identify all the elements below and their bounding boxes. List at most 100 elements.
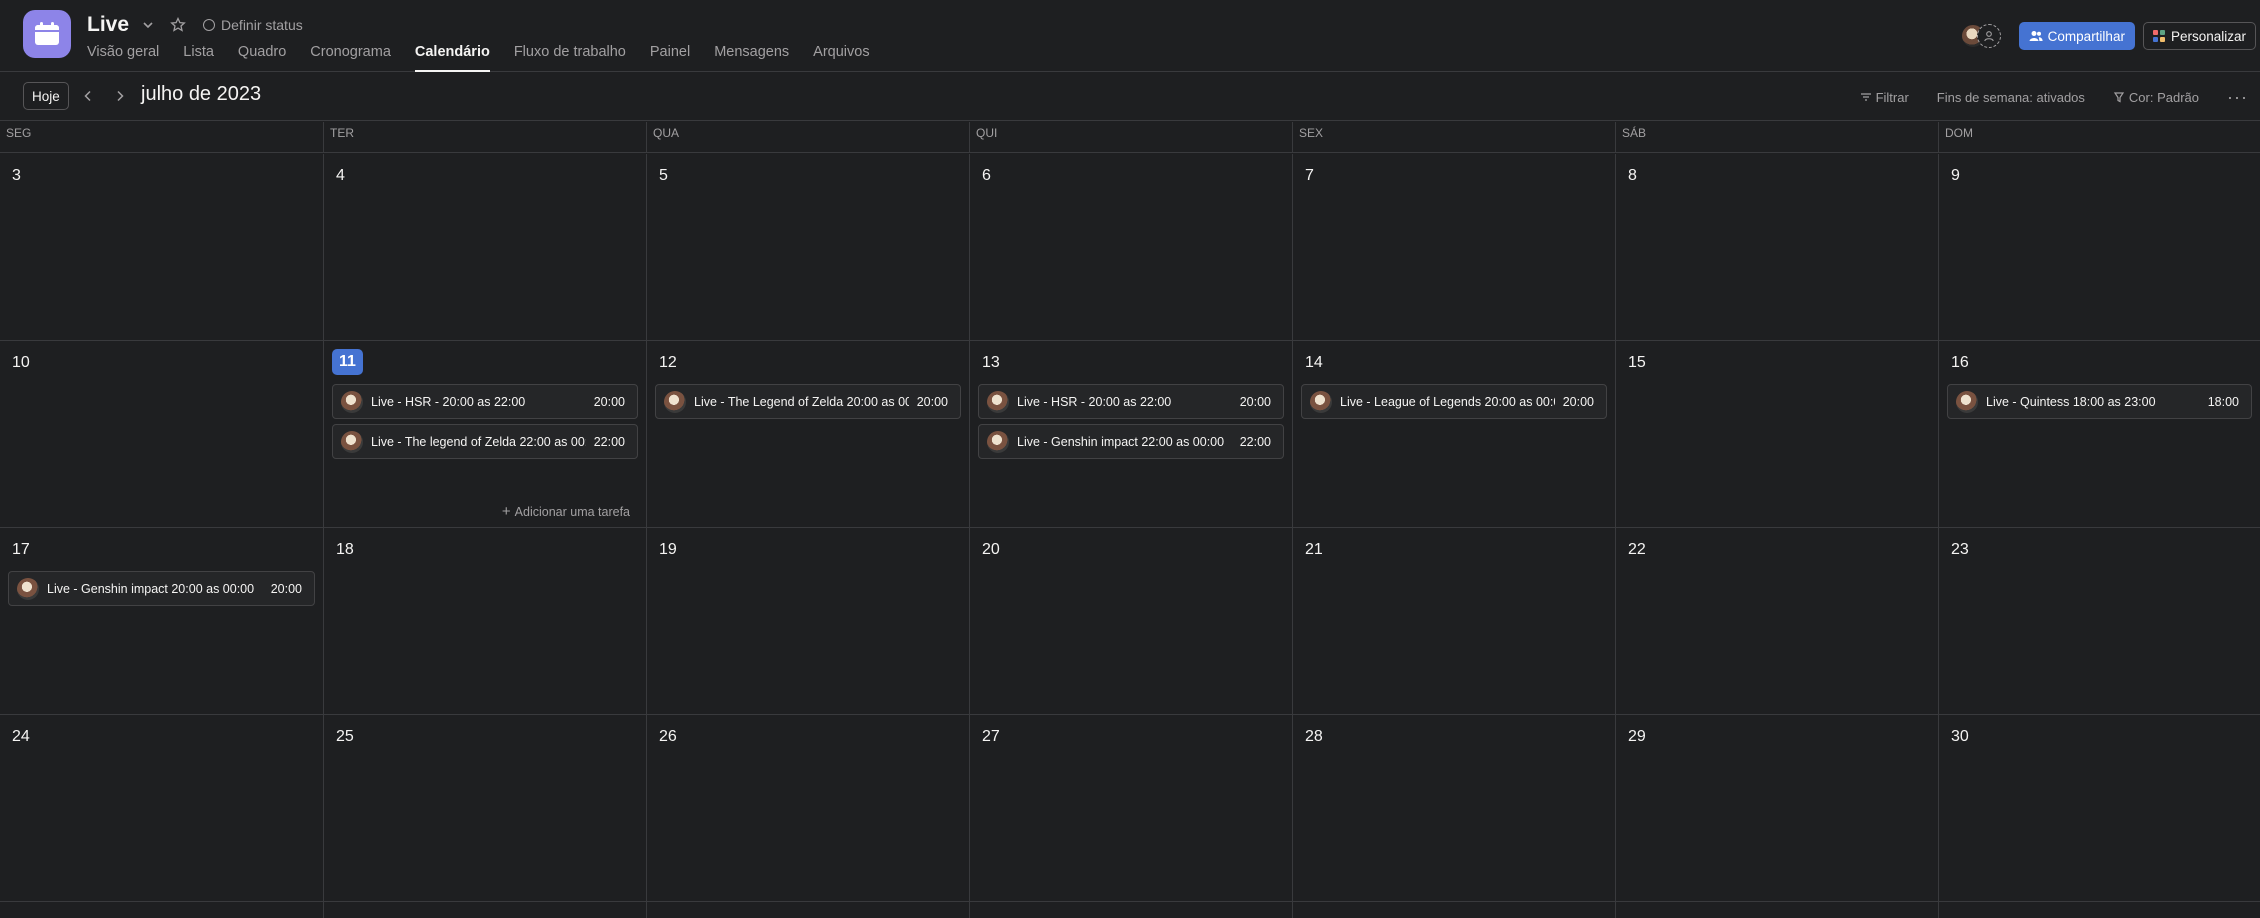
day-number: 5 bbox=[659, 167, 668, 184]
calendar-day-cell[interactable]: 3 bbox=[0, 154, 323, 340]
calendar-task-card[interactable]: Live - League of Legends 20:00 as 00:00 2… bbox=[1301, 384, 1607, 419]
calendar-day-cell[interactable]: 21 bbox=[1292, 528, 1615, 714]
tab-messages[interactable]: Mensagens bbox=[714, 44, 789, 72]
day-number: 30 bbox=[1951, 728, 1969, 745]
project-header: Live Definir status Visão geral Lista Qu… bbox=[0, 0, 2260, 72]
add-task-button[interactable]: + Adicionar uma tarefa bbox=[502, 503, 630, 520]
assignee-avatar bbox=[1310, 390, 1332, 413]
calendar-icon[interactable] bbox=[23, 10, 71, 58]
customize-button[interactable]: Personalizar bbox=[2142, 22, 2256, 50]
share-label: Compartilhar bbox=[2047, 28, 2125, 44]
day-number: 18 bbox=[336, 541, 354, 558]
calendar-day-cell[interactable]: 23 bbox=[1938, 528, 2260, 714]
calendar-day-cell[interactable]: 12 Live - The Legend of Zelda 20:00 as 00… bbox=[646, 341, 969, 527]
members-avatars[interactable] bbox=[1960, 23, 2009, 49]
weekday-label: SEX bbox=[1292, 122, 1615, 144]
calendar-day-cell[interactable]: 29 bbox=[1615, 715, 1938, 901]
day-number: 29 bbox=[1628, 728, 1646, 745]
day-number: 3 bbox=[12, 167, 21, 184]
calendar-day-cell[interactable]: 30 bbox=[1938, 715, 2260, 901]
calendar-day-cell[interactable]: 9 bbox=[1938, 154, 2260, 340]
color-button[interactable]: Cor: Padrão bbox=[2113, 90, 2199, 105]
chevron-down-icon[interactable] bbox=[137, 14, 159, 36]
column-divider bbox=[1292, 901, 1293, 918]
column-divider bbox=[1938, 901, 1939, 918]
day-number: 14 bbox=[1305, 354, 1323, 371]
calendar-day-cell[interactable]: 15 bbox=[1615, 341, 1938, 527]
task-name: Live - The Legend of Zelda 20:00 as 00:0… bbox=[694, 394, 909, 409]
calendar-day-cell[interactable]: 20 bbox=[969, 528, 1292, 714]
column-divider bbox=[323, 144, 324, 152]
assignee-avatar bbox=[1956, 390, 1978, 413]
add-member-icon[interactable] bbox=[1976, 24, 2001, 48]
day-number: 25 bbox=[336, 728, 354, 745]
filter-icon bbox=[1860, 93, 1871, 101]
calendar-task-card[interactable]: Live - Genshin impact 20:00 as 00:00 20:0… bbox=[8, 571, 315, 606]
day-number: 4 bbox=[336, 167, 345, 184]
tab-dashboard[interactable]: Painel bbox=[650, 44, 690, 72]
calendar-day-cell[interactable]: 24 bbox=[0, 715, 323, 901]
set-status-button[interactable]: Definir status bbox=[203, 17, 303, 33]
calendar-day-cell[interactable]: 28 bbox=[1292, 715, 1615, 901]
tab-files[interactable]: Arquivos bbox=[813, 44, 869, 72]
assignee-avatar bbox=[17, 577, 39, 600]
filter-label: Filtrar bbox=[1875, 89, 1909, 105]
day-number: 27 bbox=[982, 728, 1000, 745]
calendar-day-cell[interactable]: 19 bbox=[646, 528, 969, 714]
calendar-day-cell[interactable]: 5 bbox=[646, 154, 969, 340]
calendar-task-card[interactable]: Live - The legend of Zelda 22:00 as 00:0… bbox=[332, 424, 638, 459]
day-number: 19 bbox=[659, 541, 677, 558]
column-divider bbox=[646, 901, 647, 918]
tab-overview[interactable]: Visão geral bbox=[87, 44, 159, 72]
calendar-day-cell[interactable]: 8 bbox=[1615, 154, 1938, 340]
project-title: Live bbox=[87, 13, 130, 36]
column-divider bbox=[1615, 901, 1616, 918]
calendar-task-card[interactable]: Live - Genshin impact 22:00 as 00:00 22:0… bbox=[978, 424, 1284, 459]
calendar-day-cell[interactable]: 7 bbox=[1292, 154, 1615, 340]
calendar-day-cell[interactable]: 18 bbox=[323, 528, 646, 714]
assignee-avatar bbox=[341, 390, 363, 413]
day-number: 15 bbox=[1628, 354, 1646, 371]
task-time: 22:00 bbox=[1239, 434, 1271, 449]
filter-button[interactable]: Filtrar bbox=[1860, 90, 1909, 105]
tab-timeline[interactable]: Cronograma bbox=[310, 44, 391, 72]
calendar-day-cell[interactable]: 17 Live - Genshin impact 20:00 as 00:00 20… bbox=[0, 528, 323, 714]
calendar-day-cell[interactable]: 14 Live - League of Legends 20:00 as 00:0… bbox=[1292, 341, 1615, 527]
calendar-task-card[interactable]: Live - HSR - 20:00 as 22:00 20:00 bbox=[978, 384, 1284, 419]
star-icon[interactable] bbox=[167, 14, 189, 36]
calendar-day-cell[interactable]: 16 Live - Quintess 18:00 as 23:00 18:00 bbox=[1938, 341, 2260, 527]
calendar-day-cell[interactable]: 13 Live - HSR - 20:00 as 22:00 20:00 Live -… bbox=[969, 341, 1292, 527]
tab-workflow[interactable]: Fluxo de trabalho bbox=[514, 44, 626, 72]
task-time: 20:00 bbox=[593, 394, 625, 409]
weekday-label: SEG bbox=[6, 126, 32, 140]
calendar-day-cell[interactable]: 10 bbox=[0, 341, 323, 527]
chevron-right-icon[interactable] bbox=[108, 84, 132, 108]
tab-calendar[interactable]: Calendário bbox=[414, 44, 490, 72]
day-number: 8 bbox=[1628, 167, 1637, 184]
calendar-day-cell[interactable]: 4 bbox=[323, 154, 646, 340]
customize-grid-icon bbox=[2152, 30, 2165, 42]
calendar-day-cell[interactable]: 27 bbox=[969, 715, 1292, 901]
day-number: 23 bbox=[1951, 541, 1969, 558]
more-options-icon[interactable]: ··· bbox=[2227, 87, 2248, 108]
calendar-task-card[interactable]: Live - The Legend of Zelda 20:00 as 00:0… bbox=[655, 384, 961, 419]
calendar-task-card[interactable]: Live - Quintess 18:00 as 23:00 18:00 bbox=[1947, 384, 2252, 419]
calendar-task-card[interactable]: Live - HSR - 20:00 as 22:00 20:00 bbox=[332, 384, 638, 419]
calendar-day-cell[interactable]: 11 Live - HSR - 20:00 as 22:00 20:00 Live -… bbox=[323, 341, 646, 527]
calendar-day-cell[interactable]: 25 bbox=[323, 715, 646, 901]
share-button[interactable]: Compartilhar bbox=[2018, 22, 2135, 50]
day-number: 12 bbox=[659, 354, 677, 371]
calendar-week-row: 10 11 Live - HSR - 20:00 as 22:00 20:00 Live… bbox=[0, 341, 2260, 528]
weekends-toggle[interactable]: Fins de semana: ativados bbox=[1937, 90, 2085, 105]
tab-list[interactable]: Lista bbox=[183, 44, 214, 72]
tab-board[interactable]: Quadro bbox=[238, 44, 286, 72]
calendar-day-cell[interactable]: 6 bbox=[969, 154, 1292, 340]
day-number: 21 bbox=[1305, 541, 1323, 558]
chevron-left-icon[interactable] bbox=[76, 84, 100, 108]
column-divider bbox=[1292, 144, 1293, 152]
today-button[interactable]: Hoje bbox=[23, 82, 69, 110]
task-time: 22:00 bbox=[593, 434, 625, 449]
weekday-label: TER bbox=[323, 122, 646, 144]
calendar-day-cell[interactable]: 22 bbox=[1615, 528, 1938, 714]
calendar-day-cell[interactable]: 26 bbox=[646, 715, 969, 901]
